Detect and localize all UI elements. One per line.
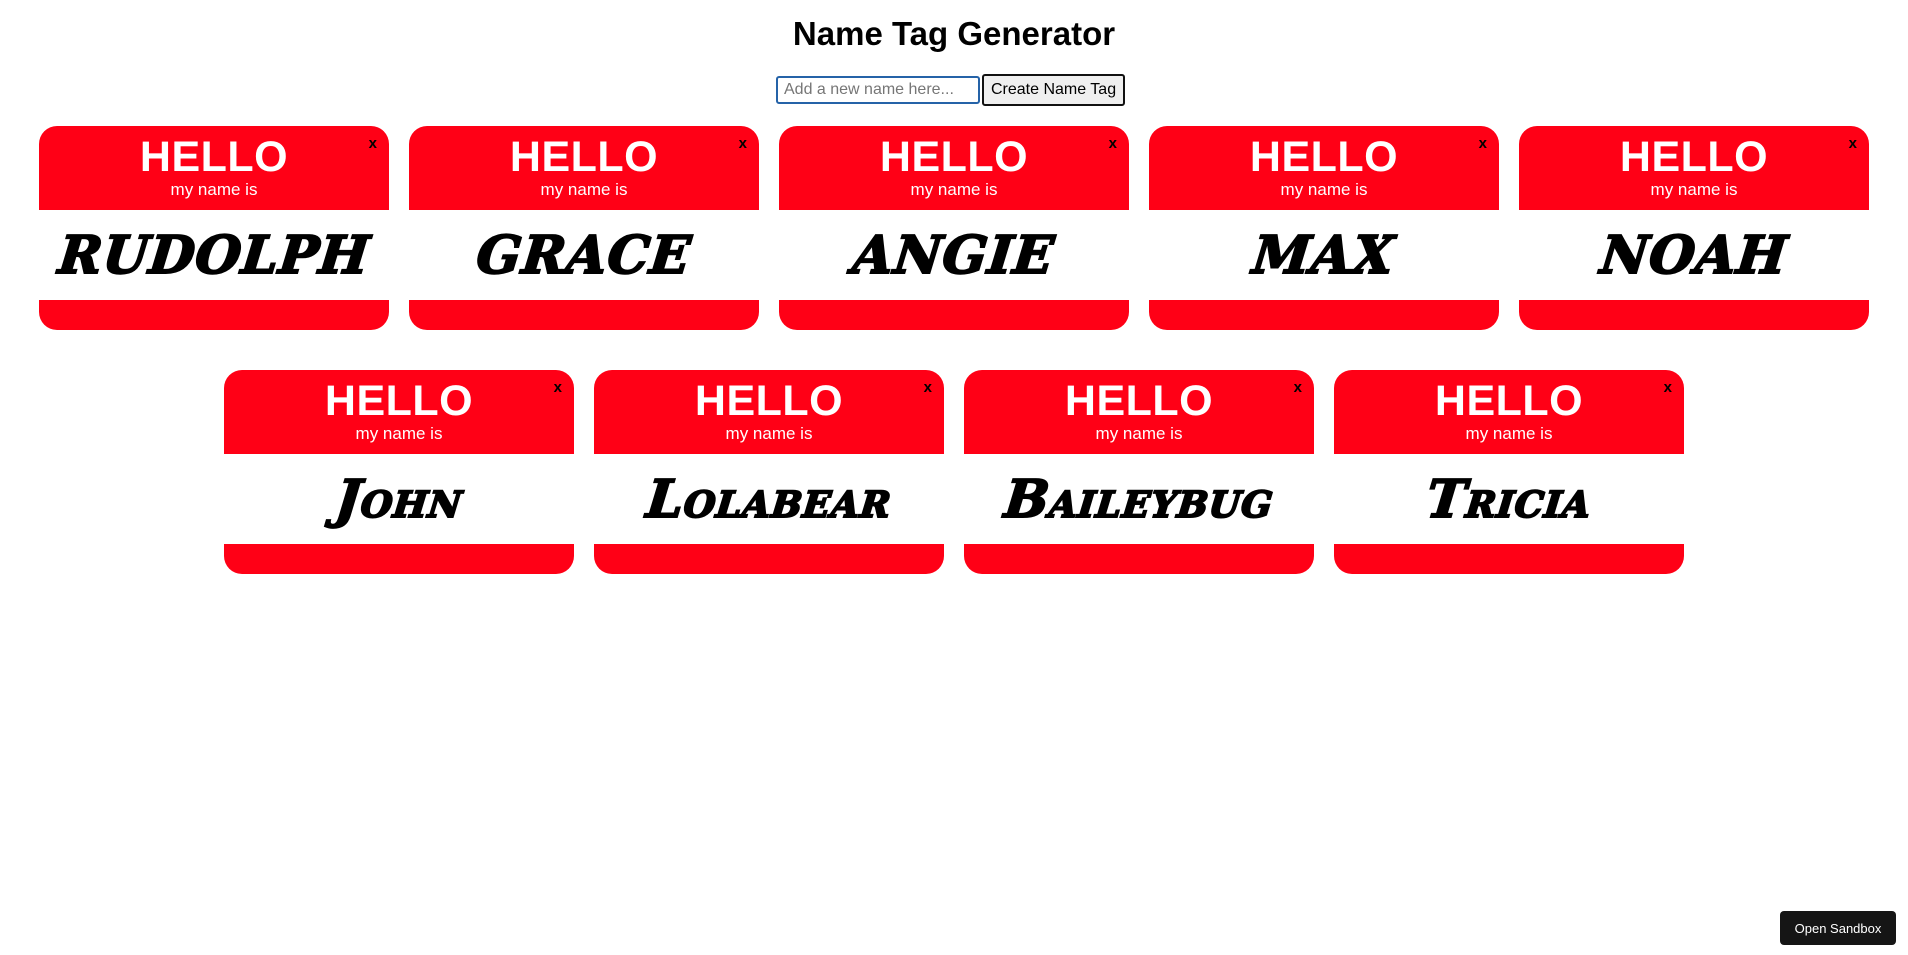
create-name-tag-button[interactable]: Create Name Tag bbox=[982, 74, 1126, 106]
name-tag: HELLO my name is x GRACE bbox=[409, 126, 759, 330]
tag-subtitle: my name is bbox=[910, 180, 998, 199]
open-sandbox-button[interactable]: Open Sandbox bbox=[1780, 911, 1896, 945]
name-tag: HELLO my name is x RUDOLPH bbox=[39, 126, 389, 330]
tag-hello-text: HELLO bbox=[509, 133, 659, 181]
tag-name-area: NOAH bbox=[1519, 210, 1869, 300]
name-tag: HELLO my name is x MAX bbox=[1149, 126, 1499, 330]
tag-name: GRACE bbox=[473, 224, 695, 287]
tag-name: ANGIE bbox=[849, 224, 1059, 287]
delete-tag-button[interactable]: x bbox=[1664, 380, 1672, 396]
delete-tag-button[interactable]: x bbox=[1849, 136, 1857, 152]
tag-name: John bbox=[331, 468, 466, 531]
tag-name: NOAH bbox=[1597, 224, 1792, 287]
delete-tag-button[interactable]: x bbox=[1109, 136, 1117, 152]
tag-subtitle: my name is bbox=[355, 424, 443, 443]
tag-subtitle: my name is bbox=[1650, 180, 1738, 199]
tag-hello-text: HELLO bbox=[1064, 377, 1214, 425]
name-tag-list: HELLO my name is x RUDOLPH HELLO my name is x G… bbox=[0, 126, 1908, 574]
tag-name-area: John bbox=[224, 454, 574, 544]
name-tag: HELLO my name is x Baileybug bbox=[964, 370, 1314, 574]
tag-subtitle: my name is bbox=[1465, 424, 1553, 443]
tag-name-area: MAX bbox=[1149, 210, 1499, 300]
tag-subtitle: my name is bbox=[725, 424, 813, 443]
name-tag: HELLO my name is x Tricia bbox=[1334, 370, 1684, 574]
tag-name: MAX bbox=[1249, 224, 1399, 287]
delete-tag-button[interactable]: x bbox=[924, 380, 932, 396]
tag-name: Baileybug bbox=[1000, 468, 1277, 531]
tag-name-area: Lolabear bbox=[594, 454, 944, 544]
tag-name: Tricia bbox=[1422, 468, 1595, 531]
tag-name: RUDOLPH bbox=[54, 224, 373, 287]
tag-hello-text: HELLO bbox=[139, 133, 289, 181]
tag-hello-text: HELLO bbox=[879, 133, 1029, 181]
name-tag: HELLO my name is x ANGIE bbox=[779, 126, 1129, 330]
name-tag: HELLO my name is x NOAH bbox=[1519, 126, 1869, 330]
delete-tag-button[interactable]: x bbox=[1479, 136, 1487, 152]
tag-name-area: RUDOLPH bbox=[39, 210, 389, 300]
name-tag: HELLO my name is x Lolabear bbox=[594, 370, 944, 574]
page-title: Name Tag Generator bbox=[792, 15, 1116, 52]
name-tag: HELLO my name is x John bbox=[224, 370, 574, 574]
tag-subtitle: my name is bbox=[170, 180, 258, 199]
tag-name-area: Baileybug bbox=[964, 454, 1314, 544]
tag-name-area: GRACE bbox=[409, 210, 759, 300]
tag-hello-text: HELLO bbox=[324, 377, 474, 425]
tag-subtitle: my name is bbox=[1095, 424, 1183, 443]
delete-tag-button[interactable]: x bbox=[1294, 380, 1302, 396]
tag-name-area: ANGIE bbox=[779, 210, 1129, 300]
tag-hello-text: HELLO bbox=[1619, 133, 1769, 181]
new-name-input[interactable] bbox=[776, 76, 980, 104]
add-name-form: Create Name Tag bbox=[776, 74, 1126, 106]
tag-name-area: Tricia bbox=[1334, 454, 1684, 544]
tag-name: Lolabear bbox=[642, 468, 895, 531]
delete-tag-button[interactable]: x bbox=[739, 136, 747, 152]
tag-hello-text: HELLO bbox=[694, 377, 844, 425]
delete-tag-button[interactable]: x bbox=[369, 136, 377, 152]
delete-tag-button[interactable]: x bbox=[554, 380, 562, 396]
tag-subtitle: my name is bbox=[540, 180, 628, 199]
tag-hello-text: HELLO bbox=[1434, 377, 1584, 425]
tag-subtitle: my name is bbox=[1280, 180, 1368, 199]
tag-hello-text: HELLO bbox=[1249, 133, 1399, 181]
page: Name Tag Generator Create Name Tag HELLO… bbox=[0, 0, 1908, 955]
